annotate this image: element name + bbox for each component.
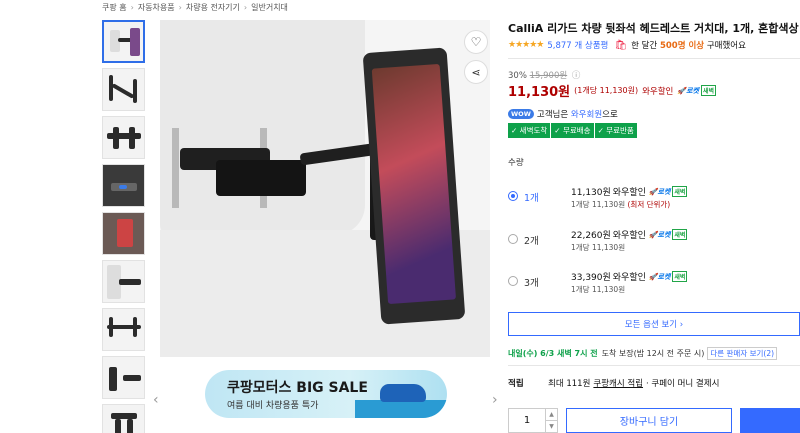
thumbnail-3[interactable] [102,116,145,159]
quantity-stepper[interactable]: 1 ▲ ▼ [508,408,558,433]
breadcrumb-item-home[interactable]: 쿠팡 홈 [102,2,127,13]
discount-row: 30% 15,900원 ⓘ [508,69,580,81]
divider [508,58,800,59]
review-count-link[interactable]: 5,877 개 상품평 [547,39,608,51]
tablet-illustration [362,47,466,325]
bought-prefix: 한 달간 [631,41,658,51]
banner-title: 쿠팡모터스 BIG SALE [227,380,368,396]
chevron-right-icon[interactable]: › [492,392,498,408]
benefit-badges: ✓ 새벽도착 ✓ 무료배송 ✓ 무료반품 [508,123,638,138]
bought-count: 500명 이상 [659,41,705,51]
divider [508,365,800,366]
discount-rate: 30% [508,71,527,81]
thumbnail-5[interactable] [102,212,145,255]
rocket-icon: 🚀 [648,230,658,239]
rocket-badge: 🚀 로켓 새벽 [648,271,688,282]
rocket-badge: 🚀 로켓 새벽 [648,229,688,240]
unit-price: (1개당 11,130원) [574,86,639,95]
chevron-right-icon: › [130,2,134,12]
option-price: 33,390원 와우할인 🚀 로켓 새벽 [571,271,688,283]
rocket-badge: 🚀 로켓 새벽 [648,186,688,197]
thumbnail-9[interactable] [102,404,145,433]
quantity-input[interactable]: 1 [509,409,545,432]
chevron-right-icon: › [178,2,182,12]
breadcrumb-item-category[interactable]: 자동차용품 [138,2,175,13]
quantity-label: 수량 [508,158,524,168]
benefit-dawn-delivery: ✓ 새벽도착 [508,123,551,138]
wow-member-row: WOW 고객님은 와우회원 으로 [508,108,618,120]
buy-now-button[interactable] [740,408,800,433]
rating-row: ★★★★★ 5,877 개 상품평 🛍 한 달간 500명 이상 구매했어요 [508,39,746,52]
rocket-icon: 🚀 [677,86,687,95]
original-price: 15,900원 [529,71,568,81]
shopping-bag-icon: 🛍 [614,39,628,51]
points-label: 적립 [508,379,524,389]
option-unit-price: 1개당 11,130원 [571,243,626,252]
add-to-cart-button[interactable]: 장바구니 담기 [566,408,732,433]
promo-banner[interactable]: 쿠팡모터스 BIG SALE 여름 대비 차량용품 특가 [205,370,447,418]
radio-option-3[interactable] [508,276,518,286]
breadcrumb: 쿠팡 홈 › 자동차용품 › 차량용 전자기기 › 일반거치대 [102,0,288,14]
radio-option-1[interactable] [508,191,518,201]
option-count: 1개 [524,193,539,204]
star-rating-icon: ★★★★★ [508,40,544,50]
rocket-badge: 🚀 로켓 새벽 [677,85,717,96]
thumbnail-2[interactable] [102,68,145,111]
view-all-options-button[interactable]: 모든 옵션 보기 › [508,312,800,336]
share-icon[interactable]: ⋖ [464,60,488,84]
wow-member-link[interactable]: 와우회원 [571,108,602,120]
chevron-right-icon: › [243,2,248,12]
price-row: 11,130원 (1개당 11,130원) 와우할인 🚀 로켓 새벽 [508,81,717,100]
thumbnail-4[interactable] [102,164,145,207]
rocket-icon: 🚀 [648,187,658,196]
radio-option-2[interactable] [508,234,518,244]
bought-suffix: 구매했어요 [706,41,746,51]
delivery-info: 내일(수) 6/3 새벽 7시 전 도착 보장(밤 12시 전 주문 시) 다른… [508,347,778,360]
delivery-text: 도착 보장(밤 12시 전 주문 시) [601,349,705,358]
breadcrumb-item-leaf[interactable]: 일반거치대 [251,2,288,13]
thumbnail-8[interactable] [102,356,145,399]
thumbnail-6[interactable] [102,260,145,303]
banner-subtitle: 여름 대비 차량용품 특가 [227,401,319,411]
car-icon [380,384,426,402]
wow-badge: WOW [508,109,534,119]
main-product-image[interactable] [160,20,490,357]
points-row: 적립 최대 111원 쿠팡캐시 적립 · 쿠페이 머니 결제시 [508,377,720,389]
info-icon[interactable]: ⓘ [572,71,581,81]
thumbnail-7[interactable] [102,308,145,351]
chevron-up-icon[interactable]: ▲ [546,409,557,420]
option-count: 2개 [524,236,539,247]
breadcrumb-item-subcategory[interactable]: 차량용 전자기기 [186,2,240,13]
benefit-free-shipping: ✓ 무료배송 [551,123,594,138]
option-price: 11,130원 와우할인 🚀 로켓 새벽 [571,186,688,198]
sale-price: 11,130원 [508,85,571,100]
rocket-icon: 🚀 [648,272,658,281]
product-title: CalliA 리가드 차량 뒷좌석 헤드레스트 거치대, 1개, 혼합색상 [508,22,799,35]
thumbnail-1[interactable] [102,20,145,63]
benefit-free-return: ✓ 무료반품 [594,123,637,138]
chevron-left-icon[interactable]: ‹ [153,392,159,408]
wow-discount-label: 와우할인 [642,86,674,97]
coupang-cash-link[interactable]: 쿠팡캐시 적립 [593,377,643,389]
option-unit-price: 1개당 11,130원 (최저 단위가) [571,200,671,209]
option-unit-price: 1개당 11,130원 [571,285,626,294]
chevron-down-icon[interactable]: ▼ [546,420,557,432]
delivery-date: 내일(수) 6/3 새벽 7시 전 [508,349,598,358]
favorite-heart-icon[interactable]: ♡ [464,30,488,54]
other-sellers-button[interactable]: 다른 판매자 보기(2) [707,347,778,360]
thumbnail-list [102,20,146,433]
option-count: 3개 [524,278,539,289]
option-price: 22,260원 와우할인 🚀 로켓 새벽 [571,229,688,241]
